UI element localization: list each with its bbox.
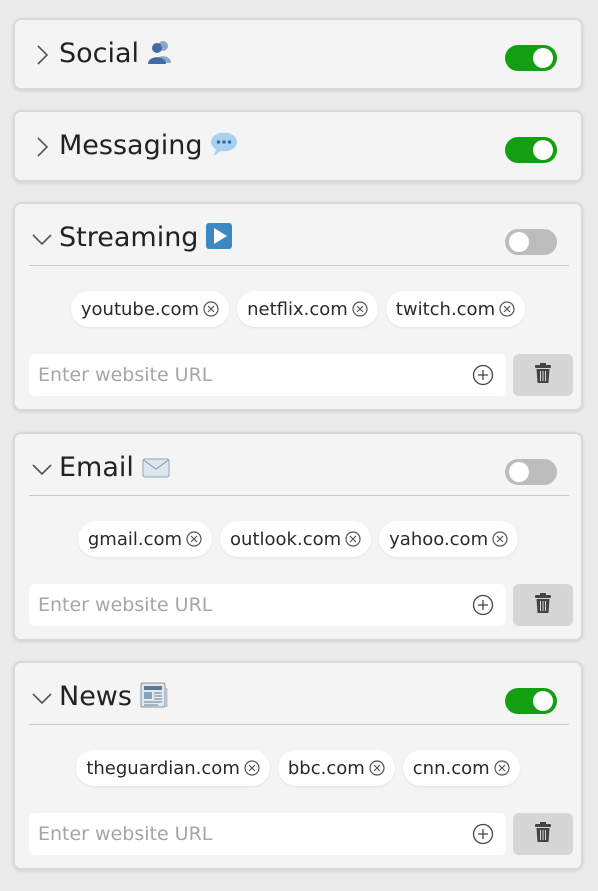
trash-icon xyxy=(534,363,552,387)
site-chip: netflix.com xyxy=(237,291,378,327)
site-chip: twitch.com xyxy=(385,291,526,327)
site-chip-label: youtube.com xyxy=(80,298,200,320)
site-chip-label: yahoo.com xyxy=(389,528,489,550)
category-header[interactable]: Messaging xyxy=(15,112,581,182)
site-chip-label: netflix.com xyxy=(247,298,348,320)
site-chip: youtube.com xyxy=(70,291,230,327)
toggle-knob xyxy=(509,232,529,252)
category-card-social: Social xyxy=(13,18,583,90)
delete-category-button[interactable] xyxy=(513,354,573,396)
category-title: Messaging xyxy=(59,129,238,166)
remove-site-icon[interactable] xyxy=(345,531,361,547)
category-title: News xyxy=(59,680,168,717)
website-url-input[interactable] xyxy=(29,584,459,626)
toggle-knob xyxy=(533,691,553,711)
add-site-row xyxy=(29,354,573,396)
site-chip-label: theguardian.com xyxy=(86,757,240,779)
category-header[interactable]: News xyxy=(15,663,581,733)
url-input-box xyxy=(29,354,506,396)
chevron-down-icon[interactable] xyxy=(31,228,53,250)
category-list: Social Messaging Streaming youtube.com n… xyxy=(0,0,598,891)
category-toggle-messaging[interactable] xyxy=(505,137,557,163)
remove-site-icon[interactable] xyxy=(492,531,508,547)
website-url-input[interactable] xyxy=(29,813,459,855)
delete-category-button[interactable] xyxy=(513,584,573,626)
site-chip-label: cnn.com xyxy=(412,757,490,779)
toggle-knob xyxy=(533,48,553,68)
speech-balloon-icon xyxy=(210,131,238,166)
category-card-news: News theguardian.com bbc.com cnn.com xyxy=(13,661,583,870)
add-site-row xyxy=(29,813,573,855)
remove-site-icon[interactable] xyxy=(499,301,515,317)
site-chip: gmail.com xyxy=(77,521,213,557)
remove-site-icon[interactable] xyxy=(244,760,260,776)
remove-site-icon[interactable] xyxy=(203,301,219,317)
category-card-streaming: Streaming youtube.com netflix.com twitch… xyxy=(13,202,583,411)
chevron-down-icon[interactable] xyxy=(31,687,53,709)
add-circle-icon[interactable] xyxy=(472,594,494,616)
toggle-knob xyxy=(509,462,529,482)
site-chip: cnn.com xyxy=(402,750,520,786)
remove-site-icon[interactable] xyxy=(186,531,202,547)
site-chip: bbc.com xyxy=(277,750,395,786)
site-chip-label: bbc.com xyxy=(287,757,365,779)
divider xyxy=(29,724,569,725)
busts-in-silhouette-icon xyxy=(147,39,173,74)
category-header[interactable]: Streaming xyxy=(15,204,581,274)
toggle-knob xyxy=(533,140,553,160)
newspaper-icon xyxy=(140,682,168,717)
site-chip: yahoo.com xyxy=(379,521,519,557)
remove-site-icon[interactable] xyxy=(369,760,385,776)
url-input-box xyxy=(29,584,506,626)
category-toggle-news[interactable] xyxy=(505,688,557,714)
category-title: Social xyxy=(59,37,173,74)
delete-category-button[interactable] xyxy=(513,813,573,855)
remove-site-icon[interactable] xyxy=(352,301,368,317)
site-chip-list: gmail.com outlook.com yahoo.com xyxy=(15,521,581,557)
category-card-email: Email gmail.com outlook.com yahoo.com xyxy=(13,432,583,641)
category-card-messaging: Messaging xyxy=(13,110,583,182)
category-toggle-email[interactable] xyxy=(505,459,557,485)
add-site-row xyxy=(29,584,573,626)
site-chip-label: gmail.com xyxy=(87,528,183,550)
envelope-icon xyxy=(142,454,170,488)
chevron-right-icon[interactable] xyxy=(31,136,53,158)
category-header[interactable]: Social xyxy=(15,20,581,90)
chevron-down-icon[interactable] xyxy=(31,458,53,480)
play-button-icon xyxy=(206,223,233,258)
divider xyxy=(29,265,569,266)
category-title: Email xyxy=(59,451,170,488)
add-circle-icon[interactable] xyxy=(472,823,494,845)
remove-site-icon[interactable] xyxy=(494,760,510,776)
divider xyxy=(29,495,569,496)
chevron-right-icon[interactable] xyxy=(31,44,53,66)
trash-icon xyxy=(534,593,552,617)
add-circle-icon[interactable] xyxy=(472,364,494,386)
site-chip-label: outlook.com xyxy=(230,528,342,550)
category-title: Streaming xyxy=(59,221,233,258)
website-url-input[interactable] xyxy=(29,354,459,396)
category-toggle-social[interactable] xyxy=(505,45,557,71)
url-input-box xyxy=(29,813,506,855)
site-chip-list: youtube.com netflix.com twitch.com xyxy=(15,291,581,327)
site-chip: theguardian.com xyxy=(76,750,270,786)
category-toggle-streaming[interactable] xyxy=(505,229,557,255)
site-chip: outlook.com xyxy=(220,521,372,557)
site-chip-list: theguardian.com bbc.com cnn.com xyxy=(15,750,581,786)
trash-icon xyxy=(534,822,552,846)
category-header[interactable]: Email xyxy=(15,434,581,504)
site-chip-label: twitch.com xyxy=(395,298,496,320)
